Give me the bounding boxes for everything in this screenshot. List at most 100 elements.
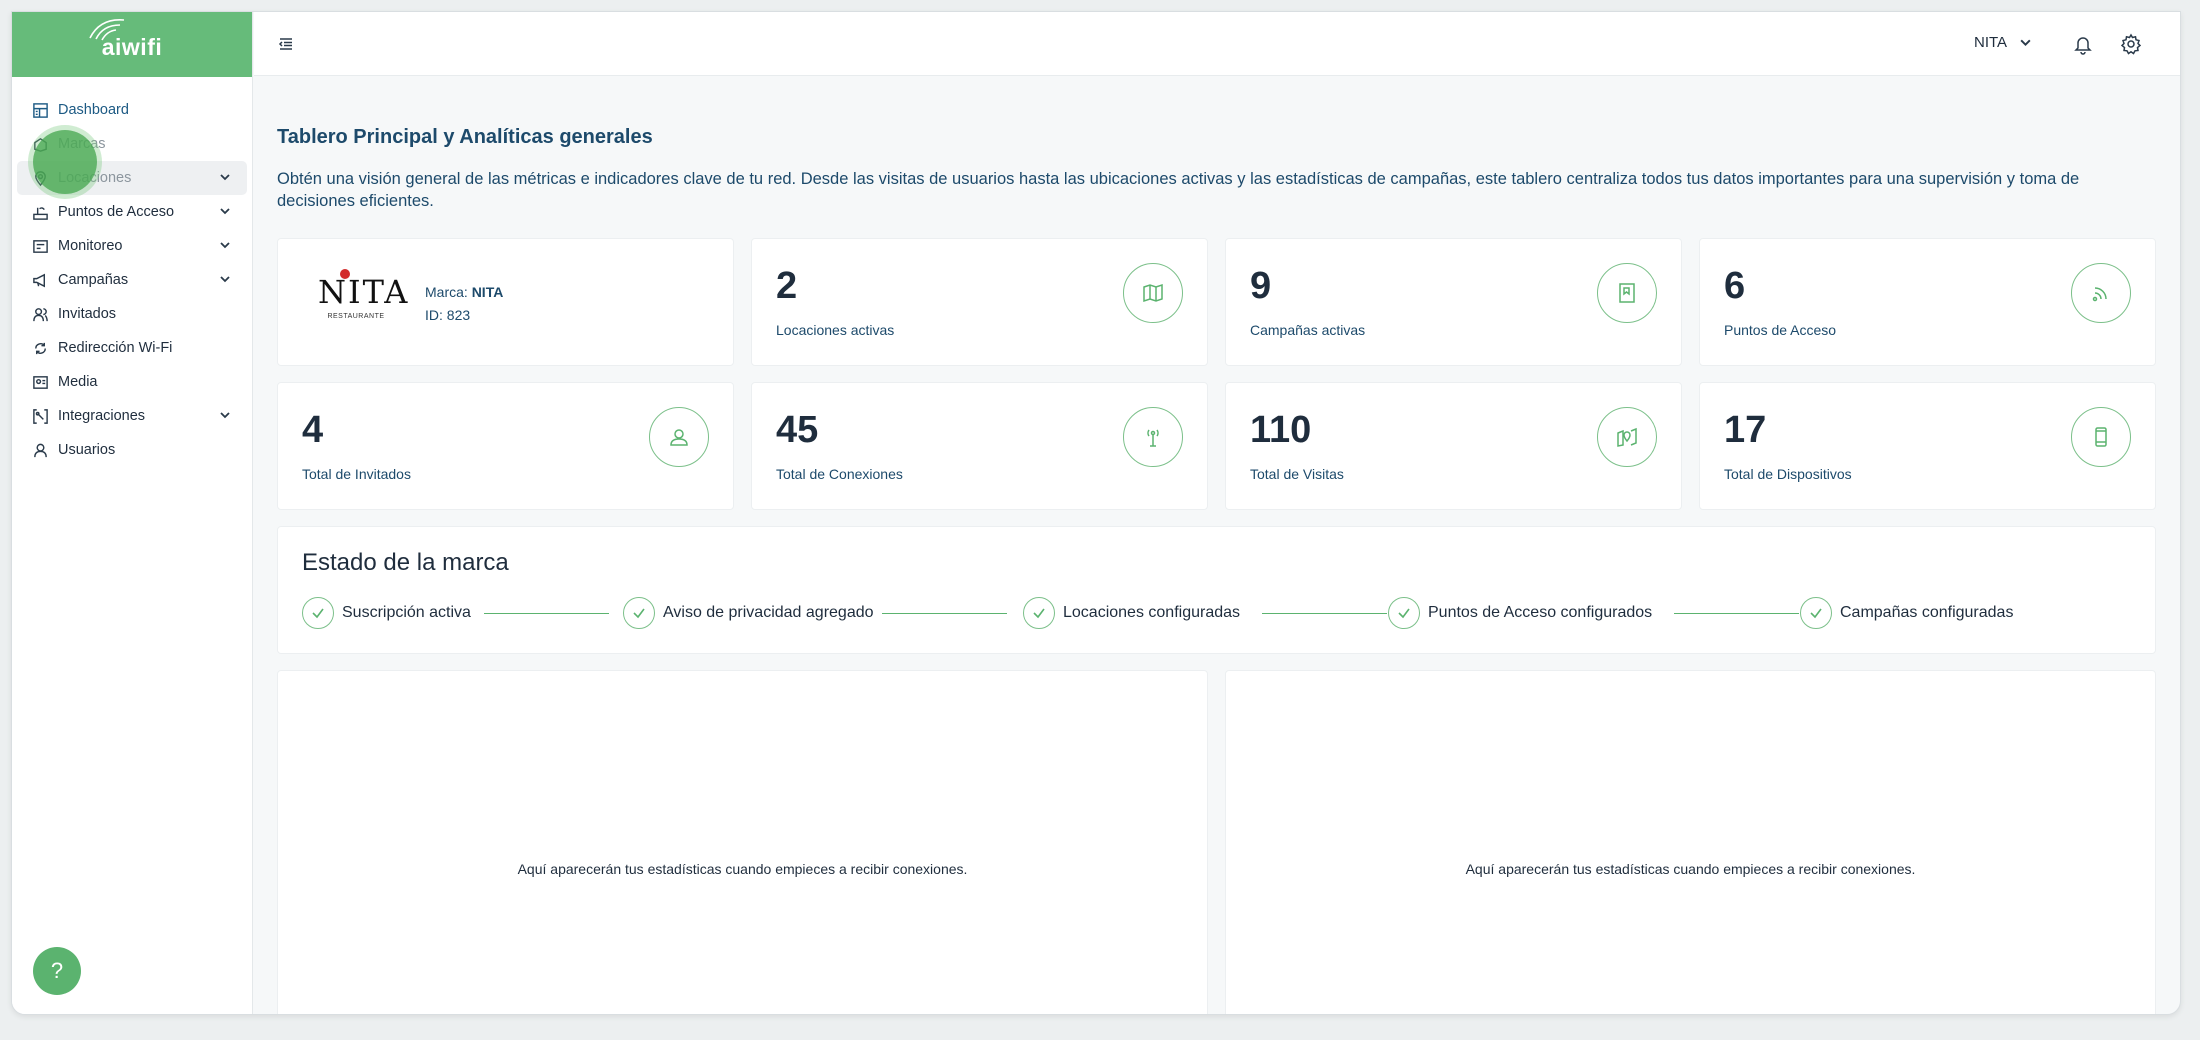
sidebar-item-monitoreo[interactable]: Monitoreo xyxy=(17,229,247,263)
chevron-down-icon[interactable] xyxy=(219,205,231,217)
step-connector xyxy=(1674,613,1799,614)
chevron-down-icon[interactable] xyxy=(219,171,231,183)
sidebar-item-label: Usuarios xyxy=(58,442,116,458)
sidebar-item-label: Dashboard xyxy=(58,102,129,118)
stats-chart-left: Aquí aparecerán tus estadísticas cuando … xyxy=(277,670,1208,1014)
stat-label: Locaciones activas xyxy=(776,322,895,338)
brands-icon xyxy=(31,135,49,153)
stat-card-dispositivos: 17 Total de Dispositivos xyxy=(1699,382,2156,510)
stat-label: Puntos de Acceso xyxy=(1724,322,1837,338)
sidebar-item-label: Puntos de Acceso xyxy=(58,204,175,220)
step-connector xyxy=(882,613,1007,614)
dashboard-icon xyxy=(31,101,49,119)
empty-chart-message: Aquí aparecerán tus estadísticas cuando … xyxy=(517,861,968,877)
app-window: aiwifi Dashboard Marcas Locaciones Punto… xyxy=(11,11,2181,1015)
status-step: Locaciones configuradas xyxy=(1023,597,1240,629)
stat-card-puntos-acceso: 6 Puntos de Acceso xyxy=(1699,238,2156,366)
redirect-icon xyxy=(31,339,49,357)
sidebar-item-label: Media xyxy=(58,374,98,390)
router-icon xyxy=(31,203,49,221)
gear-icon[interactable] xyxy=(2120,33,2142,55)
stat-card-visitas: 110 Total de Visitas xyxy=(1225,382,1682,510)
logo-dot xyxy=(340,269,350,279)
brand-status-card: Estado de la marca Suscripción activa Av… xyxy=(277,526,2156,654)
sidebar-item-label: Redirección Wi-Fi xyxy=(58,340,173,356)
bell-icon[interactable] xyxy=(2072,33,2094,55)
status-step: Puntos de Acceso configurados xyxy=(1388,597,1652,629)
brand-selector-value: NITA xyxy=(1974,34,2008,51)
sidebar-item-redireccion-wifi[interactable]: Redirección Wi-Fi xyxy=(17,331,247,365)
stat-value: 2 xyxy=(776,265,798,307)
stat-card-invitados: 4 Total de Invitados xyxy=(277,382,734,510)
brand-info: Marca: NITA ID: 823 xyxy=(425,281,503,327)
brand-selector[interactable]: NITA xyxy=(1974,34,2032,51)
empty-chart-message: Aquí aparecerán tus estadísticas cuando … xyxy=(1465,861,1916,877)
sidebar-item-label: Marcas xyxy=(58,136,106,152)
sidebar-item-marcas[interactable]: Marcas xyxy=(17,127,247,161)
sidebar-item-label: Integraciones xyxy=(58,408,146,424)
page-title: Tablero Principal y Analíticas generales xyxy=(277,126,653,148)
sidebar-item-puntos-de-acceso[interactable]: Puntos de Acceso xyxy=(17,195,247,229)
stat-value: 6 xyxy=(1724,265,1746,307)
antenna-icon xyxy=(1123,407,1183,467)
sidebar-item-label: Invitados xyxy=(58,306,117,322)
sidebar-item-usuarios[interactable]: Usuarios xyxy=(17,433,247,467)
stat-value: 45 xyxy=(776,409,819,451)
page-description: Obtén una visión general de las métricas… xyxy=(277,170,2080,210)
chevron-down-icon[interactable] xyxy=(219,409,231,421)
chevron-down-icon[interactable] xyxy=(219,273,231,285)
guest-icon xyxy=(649,407,709,467)
sidebar-item-locaciones[interactable]: Locaciones xyxy=(17,161,247,195)
campaign-book-icon xyxy=(1597,263,1657,323)
guests-icon xyxy=(31,305,49,323)
map-icon xyxy=(1123,263,1183,323)
sidebar-item-integraciones[interactable]: Integraciones xyxy=(17,399,247,433)
map-pin-icon xyxy=(1597,407,1657,467)
stat-card-locaciones: 2 Locaciones activas xyxy=(751,238,1208,366)
mobile-device-icon xyxy=(2071,407,2131,467)
media-icon xyxy=(31,373,49,391)
status-title: Estado de la marca xyxy=(302,549,509,576)
aiwifi-logo[interactable]: aiwifi xyxy=(12,12,252,77)
menu-toggle-icon[interactable] xyxy=(278,36,294,52)
stat-label: Campañas activas xyxy=(1250,322,1366,338)
sidebar-item-label: Locaciones xyxy=(58,170,132,186)
user-icon xyxy=(31,441,49,459)
wifi-signal-icon xyxy=(2071,263,2131,323)
sidebar-item-media[interactable]: Media xyxy=(17,365,247,399)
stat-card-conexiones: 45 Total de Conexiones xyxy=(751,382,1208,510)
check-icon xyxy=(1023,597,1055,629)
stat-card-campanas: 9 Campañas activas xyxy=(1225,238,1682,366)
integrations-icon xyxy=(31,407,49,425)
monitor-icon xyxy=(31,237,49,255)
status-step: Aviso de privacidad agregado xyxy=(623,597,874,629)
sidebar-item-campanas[interactable]: Campañas xyxy=(17,263,247,297)
check-icon xyxy=(1388,597,1420,629)
brand-name: NITA xyxy=(471,284,504,300)
stat-label: Total de Conexiones xyxy=(776,466,903,482)
sidebar-item-invitados[interactable]: Invitados xyxy=(17,297,247,331)
chevron-down-icon xyxy=(2020,39,2031,47)
step-connector xyxy=(1262,613,1387,614)
megaphone-icon xyxy=(31,271,49,289)
stat-value: 9 xyxy=(1250,265,1272,307)
stat-value: 110 xyxy=(1250,409,1312,451)
step-connector xyxy=(484,613,609,614)
topbar: NITA xyxy=(254,12,2180,76)
brand-id: ID: 823 xyxy=(425,307,471,323)
status-step: Suscripción activa xyxy=(302,597,471,629)
wifi-arc-icon xyxy=(89,19,124,41)
sidebar-item-dashboard[interactable]: Dashboard xyxy=(17,93,247,127)
location-pin-icon xyxy=(31,169,49,187)
stat-label: Total de Invitados xyxy=(302,466,411,482)
brand-card: NITA RESTAURANTE Marca: NITA ID: 823 xyxy=(277,238,734,366)
check-icon xyxy=(302,597,334,629)
sidebar-item-label: Campañas xyxy=(58,272,129,288)
status-step: Campañas configuradas xyxy=(1800,597,2013,629)
sidebar-item-label: Monitoreo xyxy=(58,238,123,254)
stat-label: Total de Visitas xyxy=(1250,466,1344,482)
check-icon xyxy=(623,597,655,629)
chevron-down-icon[interactable] xyxy=(219,239,231,251)
check-icon xyxy=(1800,597,1832,629)
help-button[interactable]: ? xyxy=(33,947,81,995)
